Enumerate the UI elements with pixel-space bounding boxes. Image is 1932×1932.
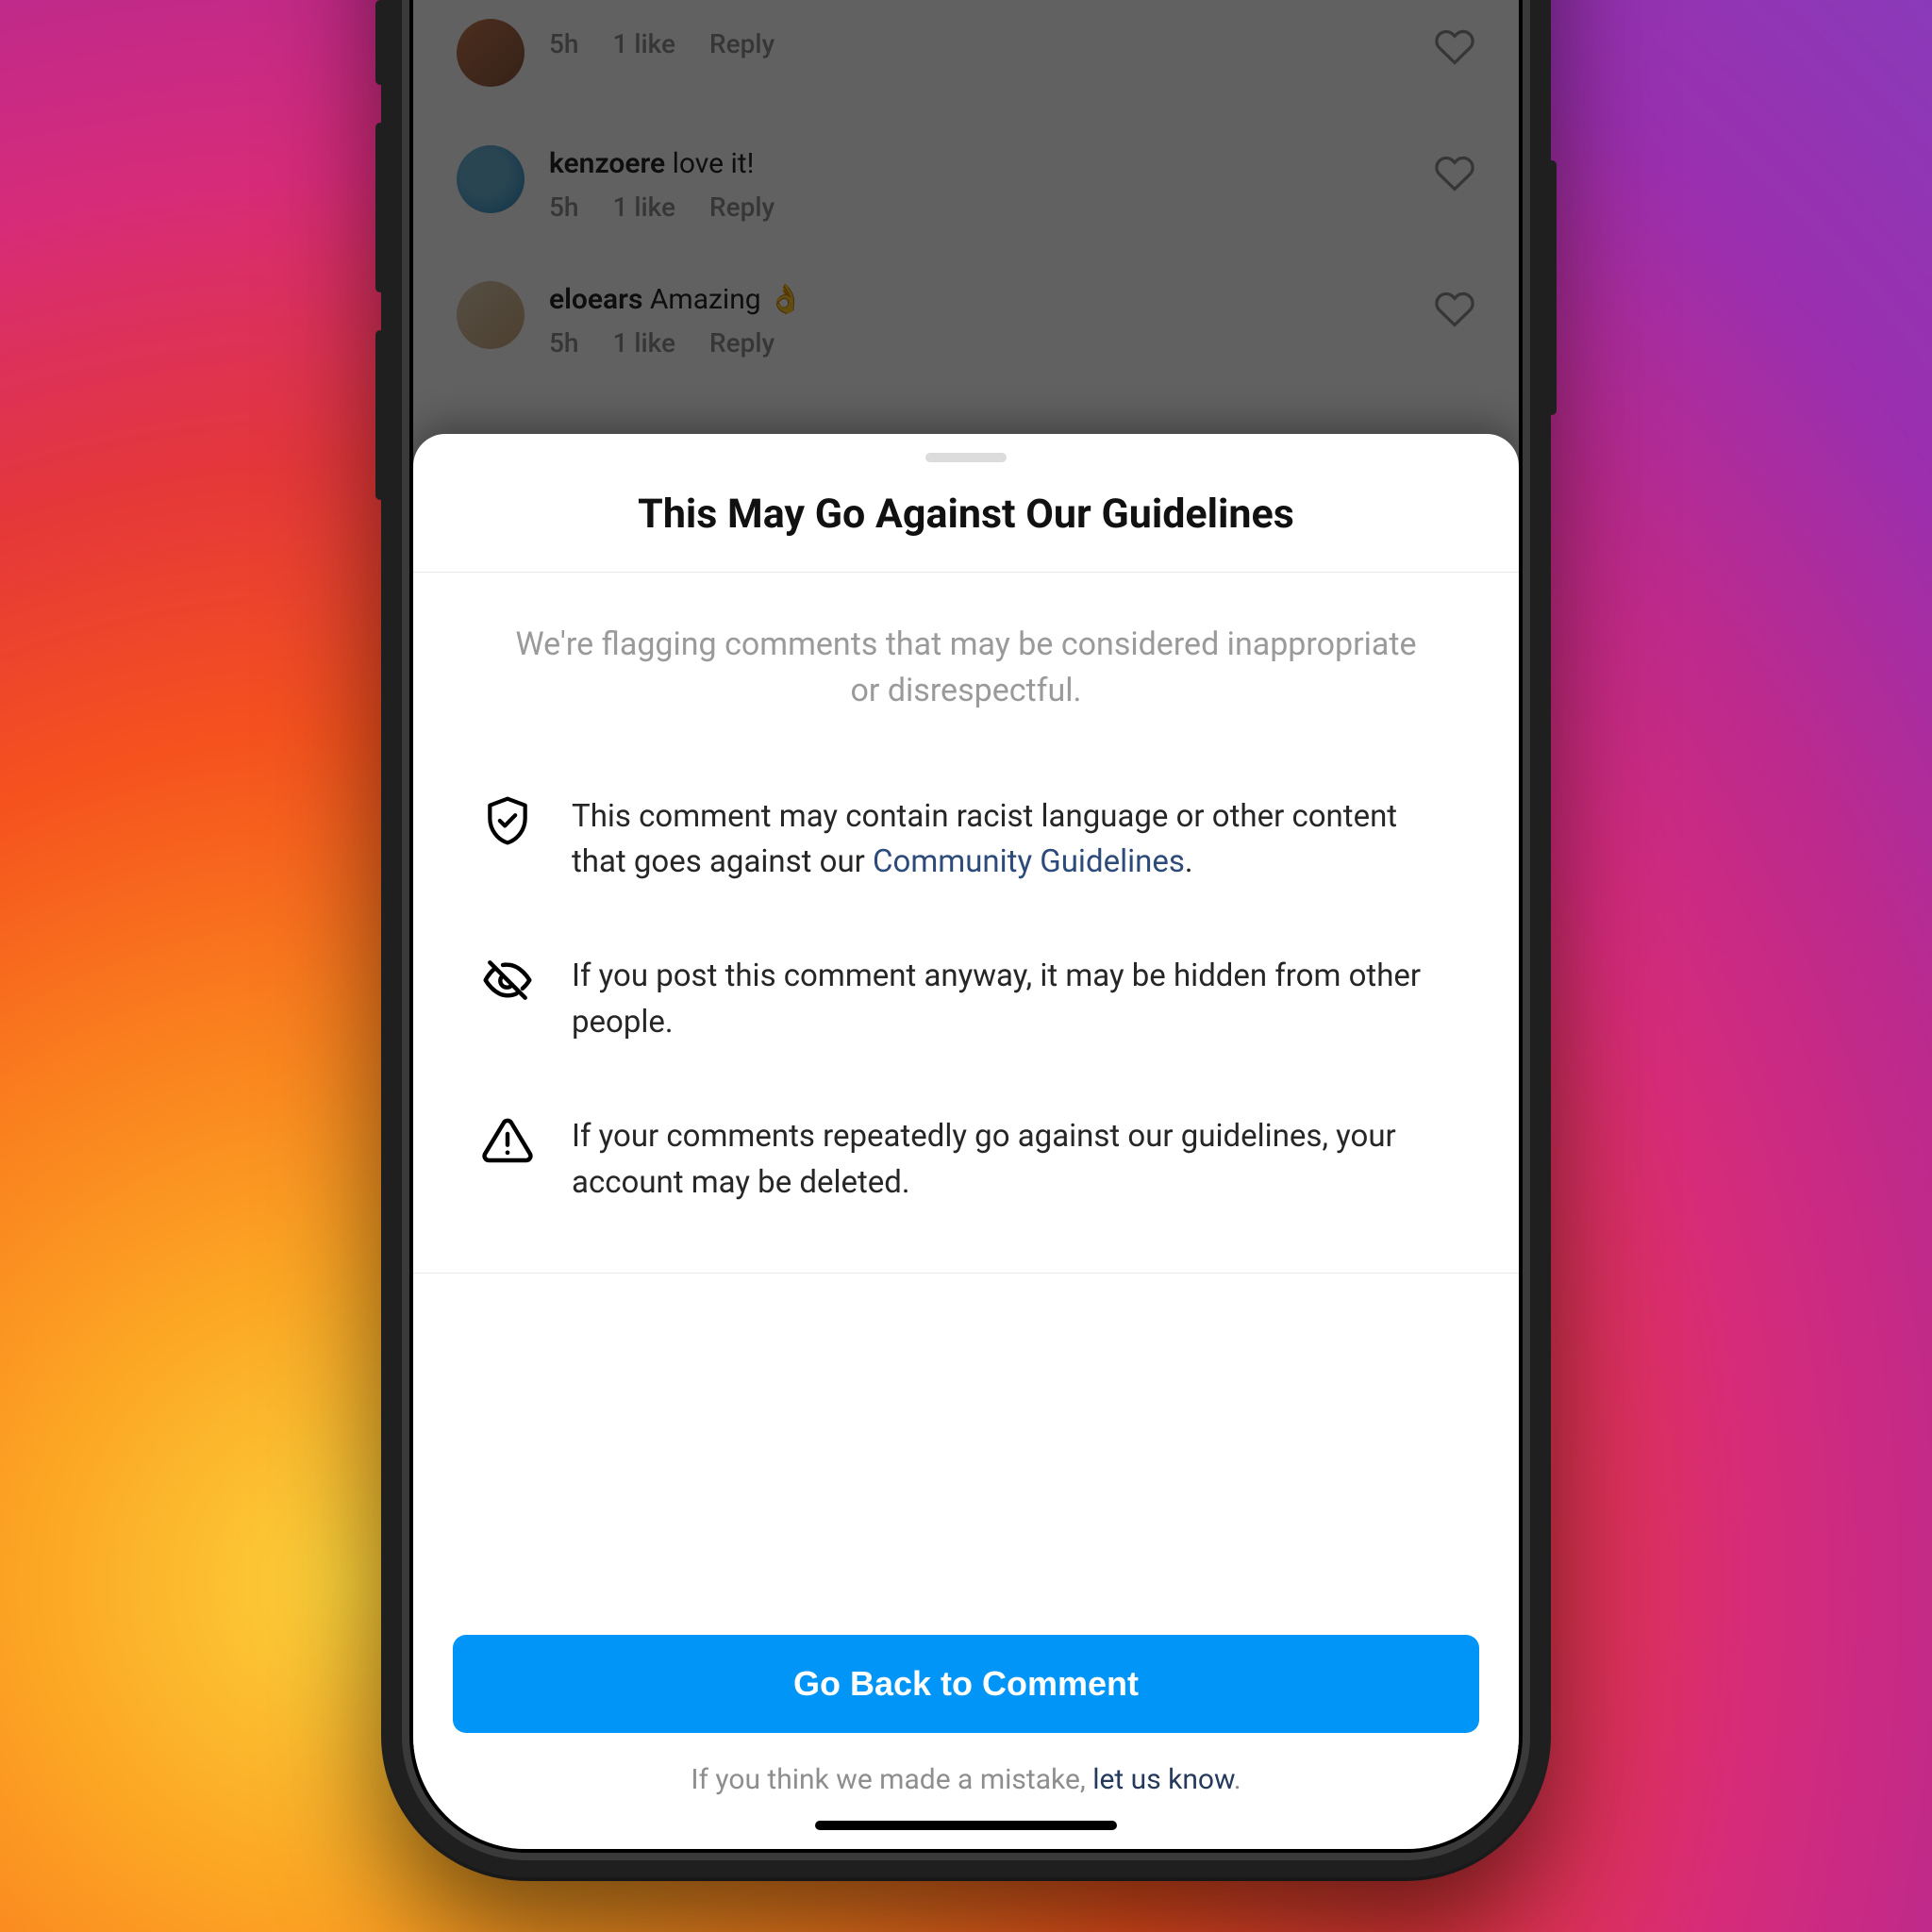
bullet-list: This comment may contain racist language… xyxy=(413,743,1519,1273)
home-indicator[interactable] xyxy=(815,1821,1117,1830)
bullet-item: If you post this comment anyway, it may … xyxy=(481,927,1451,1088)
phone-screen: 5h 1 like Reply kenzoere love it! 5h xyxy=(413,0,1519,1849)
go-back-button[interactable]: Go Back to Comment xyxy=(453,1635,1479,1733)
eye-hidden-icon xyxy=(481,954,534,1007)
bullet-item: If your comments repeatedly go against o… xyxy=(481,1088,1451,1248)
sheet-footer: Go Back to Comment If you think we made … xyxy=(413,1635,1519,1849)
phone-power-button xyxy=(1547,160,1557,415)
phone-frame: 5h 1 like Reply kenzoere love it! 5h xyxy=(385,0,1547,1877)
community-guidelines-link[interactable]: Community Guidelines xyxy=(873,843,1185,880)
sheet-title: This May Go Against Our Guidelines xyxy=(413,491,1519,572)
bullet-text: This comment may contain racist language… xyxy=(572,794,1451,887)
mistake-text: If you think we made a mistake, let us k… xyxy=(453,1763,1479,1796)
warning-triangle-icon xyxy=(481,1114,534,1167)
let-us-know-link[interactable]: let us know xyxy=(1092,1763,1234,1796)
shield-check-icon xyxy=(481,794,534,847)
divider xyxy=(413,1273,1519,1274)
bullet-text: If you post this comment anyway, it may … xyxy=(572,954,1451,1046)
phone-mute-switch xyxy=(375,0,385,85)
sheet-grabber[interactable] xyxy=(925,453,1007,462)
phone-volume-up xyxy=(375,123,385,292)
bullet-item: This comment may contain racist language… xyxy=(481,768,1451,928)
phone-volume-down xyxy=(375,330,385,500)
guidelines-warning-sheet: This May Go Against Our Guidelines We're… xyxy=(413,434,1519,1849)
bullet-text: If your comments repeatedly go against o… xyxy=(572,1114,1451,1207)
sheet-subtitle: We're flagging comments that may be cons… xyxy=(413,573,1519,743)
